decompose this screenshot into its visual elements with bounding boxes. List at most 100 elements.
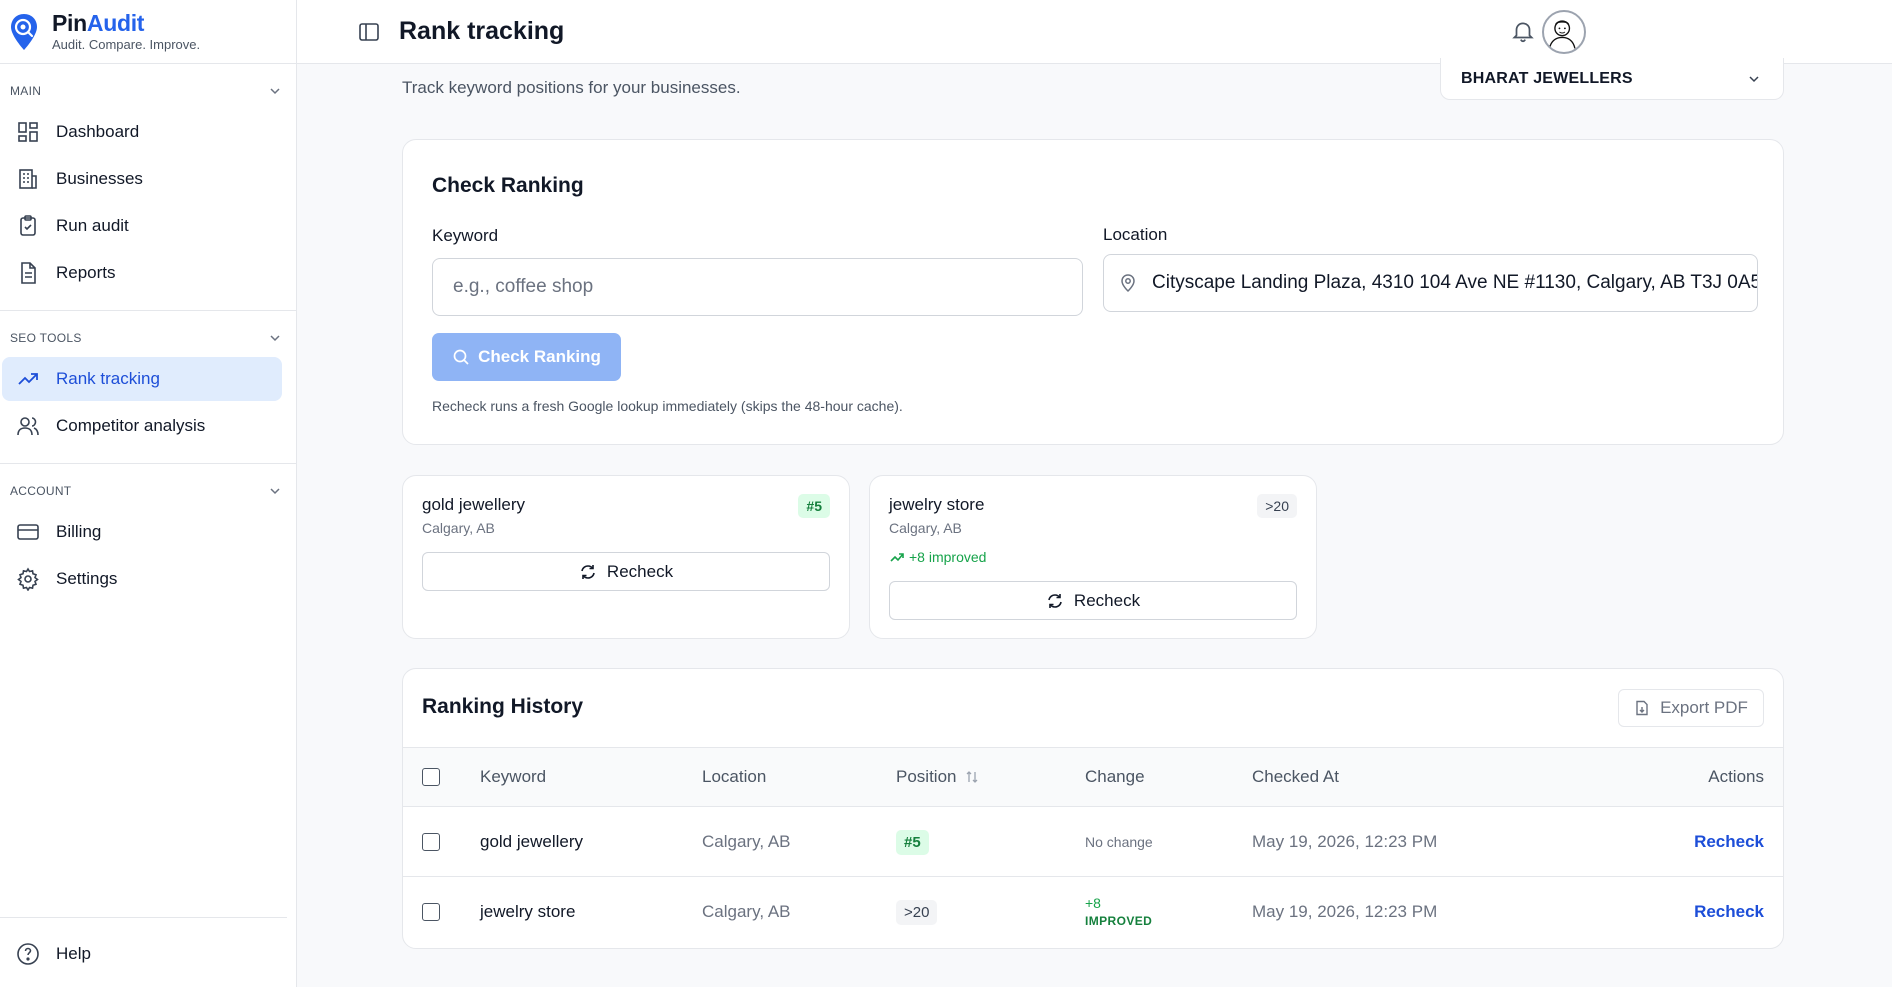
sort-icon[interactable] (965, 770, 979, 784)
keyword-placeholder: e.g., coffee shop (453, 276, 594, 297)
recheck-button[interactable]: Recheck (422, 552, 830, 591)
ranking-history-card: Ranking History Export PDF Keyword Locat… (402, 668, 1784, 949)
check-ranking-button[interactable]: Check Ranking (432, 333, 621, 381)
trending-up-icon (18, 373, 38, 385)
keyword-input[interactable]: e.g., coffee shop (432, 258, 1083, 316)
location-input[interactable]: Cityscape Landing Plaza, 4310 104 Ave NE… (1103, 254, 1758, 312)
check-ranking-title: Check Ranking (432, 174, 584, 197)
user-avatar-icon (1548, 20, 1576, 49)
row-change: +8 IMPROVED (1085, 894, 1152, 930)
improvement-text: +8 improved (909, 549, 987, 565)
table-row: gold jewellery Calgary, AB #5 No change … (403, 807, 1783, 877)
help-circle-icon (17, 943, 39, 965)
section-toggle-account[interactable]: ACCOUNT (0, 478, 296, 508)
ranking-history-title: Ranking History (422, 695, 584, 718)
section-toggle-seo-tools[interactable]: SEO TOOLS (0, 325, 296, 355)
sidebar-item-label: Settings (56, 569, 118, 588)
users-icon (17, 417, 39, 436)
business-select[interactable]: BHARAT JEWELLERS (1440, 58, 1784, 100)
refresh-icon (1048, 593, 1062, 608)
row-checkbox[interactable] (422, 903, 440, 921)
location-value: Cityscape Landing Plaza, 4310 104 Ave NE… (1152, 272, 1758, 293)
map-pin-icon (1121, 274, 1135, 293)
sidebar-item-billing[interactable]: Billing (2, 510, 282, 554)
sidebar-item-label: Businesses (56, 169, 143, 188)
avatar[interactable] (1542, 10, 1586, 54)
change-value: +8 (1085, 895, 1101, 911)
recheck-button-label: Recheck (606, 561, 674, 581)
sidebar-item-reports[interactable]: Reports (2, 251, 282, 295)
row-recheck-link[interactable]: Recheck (1694, 832, 1764, 852)
row-change: No change (1085, 833, 1153, 850)
column-header-checked-at[interactable]: Checked At (1252, 767, 1339, 787)
pin-logo-icon (11, 13, 37, 50)
keyword-card-location: Calgary, AB (422, 520, 495, 536)
keyword-card-keyword: gold jewellery (422, 495, 525, 514)
chevron-down-icon (270, 488, 280, 495)
row-position: >20 (896, 900, 938, 925)
keyword-card: jewelry store Calgary, AB >20 +8 improve… (869, 475, 1317, 639)
location-label: Location (1103, 225, 1168, 244)
page-title: Rank tracking (399, 17, 565, 45)
column-header-change[interactable]: Change (1085, 767, 1145, 787)
export-pdf-label: Export PDF (1660, 698, 1748, 717)
refresh-icon (581, 564, 595, 579)
table-row: jewelry store Calgary, AB >20 +8 IMPROVE… (403, 877, 1783, 947)
dashboard-icon (18, 122, 38, 142)
column-header-keyword[interactable]: Keyword (480, 767, 546, 787)
section-toggle-main[interactable]: MAIN (0, 78, 296, 108)
improvement-indicator: +8 improved (889, 549, 986, 565)
sidebar-item-label: Reports (56, 263, 116, 282)
position-badge: #5 (896, 829, 929, 855)
help-section: Help (0, 917, 287, 987)
file-download-icon (1636, 700, 1648, 716)
bell-icon[interactable] (1510, 18, 1536, 44)
brand[interactable]: PinAudit Audit. Compare. Improve. (0, 0, 296, 64)
sidebar-item-label: Billing (56, 522, 102, 541)
sidebar-item-label: Competitor analysis (56, 416, 206, 435)
section-title: MAIN (10, 84, 42, 98)
recheck-button-label: Recheck (1073, 590, 1141, 610)
column-header-position[interactable]: Position (896, 767, 979, 787)
column-header-location[interactable]: Location (702, 767, 766, 787)
sidebar-item-run-audit[interactable]: Run audit (2, 204, 282, 248)
sidebar-item-dashboard[interactable]: Dashboard (2, 110, 282, 154)
recheck-button[interactable]: Recheck (889, 581, 1297, 620)
sidebar-item-label: Help (56, 944, 91, 963)
trending-up-icon (890, 553, 904, 562)
sidebar: PinAudit Audit. Compare. Improve. MAIN D… (0, 0, 297, 987)
row-keyword: jewelry store (480, 902, 576, 921)
brand-tagline: Audit. Compare. Improve. (52, 37, 201, 52)
recheck-hint: Recheck runs a fresh Google lookup immed… (432, 398, 903, 414)
export-pdf-button[interactable]: Export PDF (1618, 689, 1764, 727)
row-recheck-link[interactable]: Recheck (1694, 902, 1764, 922)
nav-section-account: ACCOUNT Billing Settings (0, 464, 296, 616)
nav-section-seo-tools: SEO TOOLS Rank tracking Competitor analy… (0, 311, 296, 464)
chevron-down-icon (1749, 75, 1759, 82)
page-subtitle: Track keyword positions for your busines… (402, 78, 741, 97)
select-all-checkbox[interactable] (422, 768, 440, 786)
keyword-card-location: Calgary, AB (889, 520, 962, 536)
search-icon (453, 349, 469, 365)
change-label: IMPROVED (1085, 914, 1153, 928)
table-header: Keyword Location Position Change Checked… (403, 747, 1783, 807)
column-header-actions: Actions (1708, 767, 1764, 786)
clipboard-check-icon (20, 215, 36, 236)
position-badge: >20 (1257, 494, 1297, 518)
chevron-down-icon (270, 335, 280, 342)
business-select-value: BHARAT JEWELLERS (1461, 69, 1633, 87)
sidebar-item-rank-tracking[interactable]: Rank tracking (2, 357, 282, 401)
sidebar-item-help[interactable]: Help (2, 932, 273, 976)
keyword-card-keyword: jewelry store (889, 495, 985, 514)
file-text-icon (21, 262, 36, 284)
keyword-label: Keyword (432, 226, 499, 245)
chevron-down-icon (270, 88, 280, 95)
row-checkbox[interactable] (422, 832, 440, 851)
sidebar-item-competitor-analysis[interactable]: Competitor analysis (2, 404, 282, 448)
section-title: SEO TOOLS (10, 331, 82, 345)
sidebar-item-businesses[interactable]: Businesses (2, 157, 282, 201)
sidebar-item-settings[interactable]: Settings (2, 557, 282, 601)
sidebar-toggle-icon[interactable] (357, 20, 381, 44)
position-badge: >20 (896, 900, 938, 925)
sidebar-item-label: Dashboard (56, 122, 140, 141)
